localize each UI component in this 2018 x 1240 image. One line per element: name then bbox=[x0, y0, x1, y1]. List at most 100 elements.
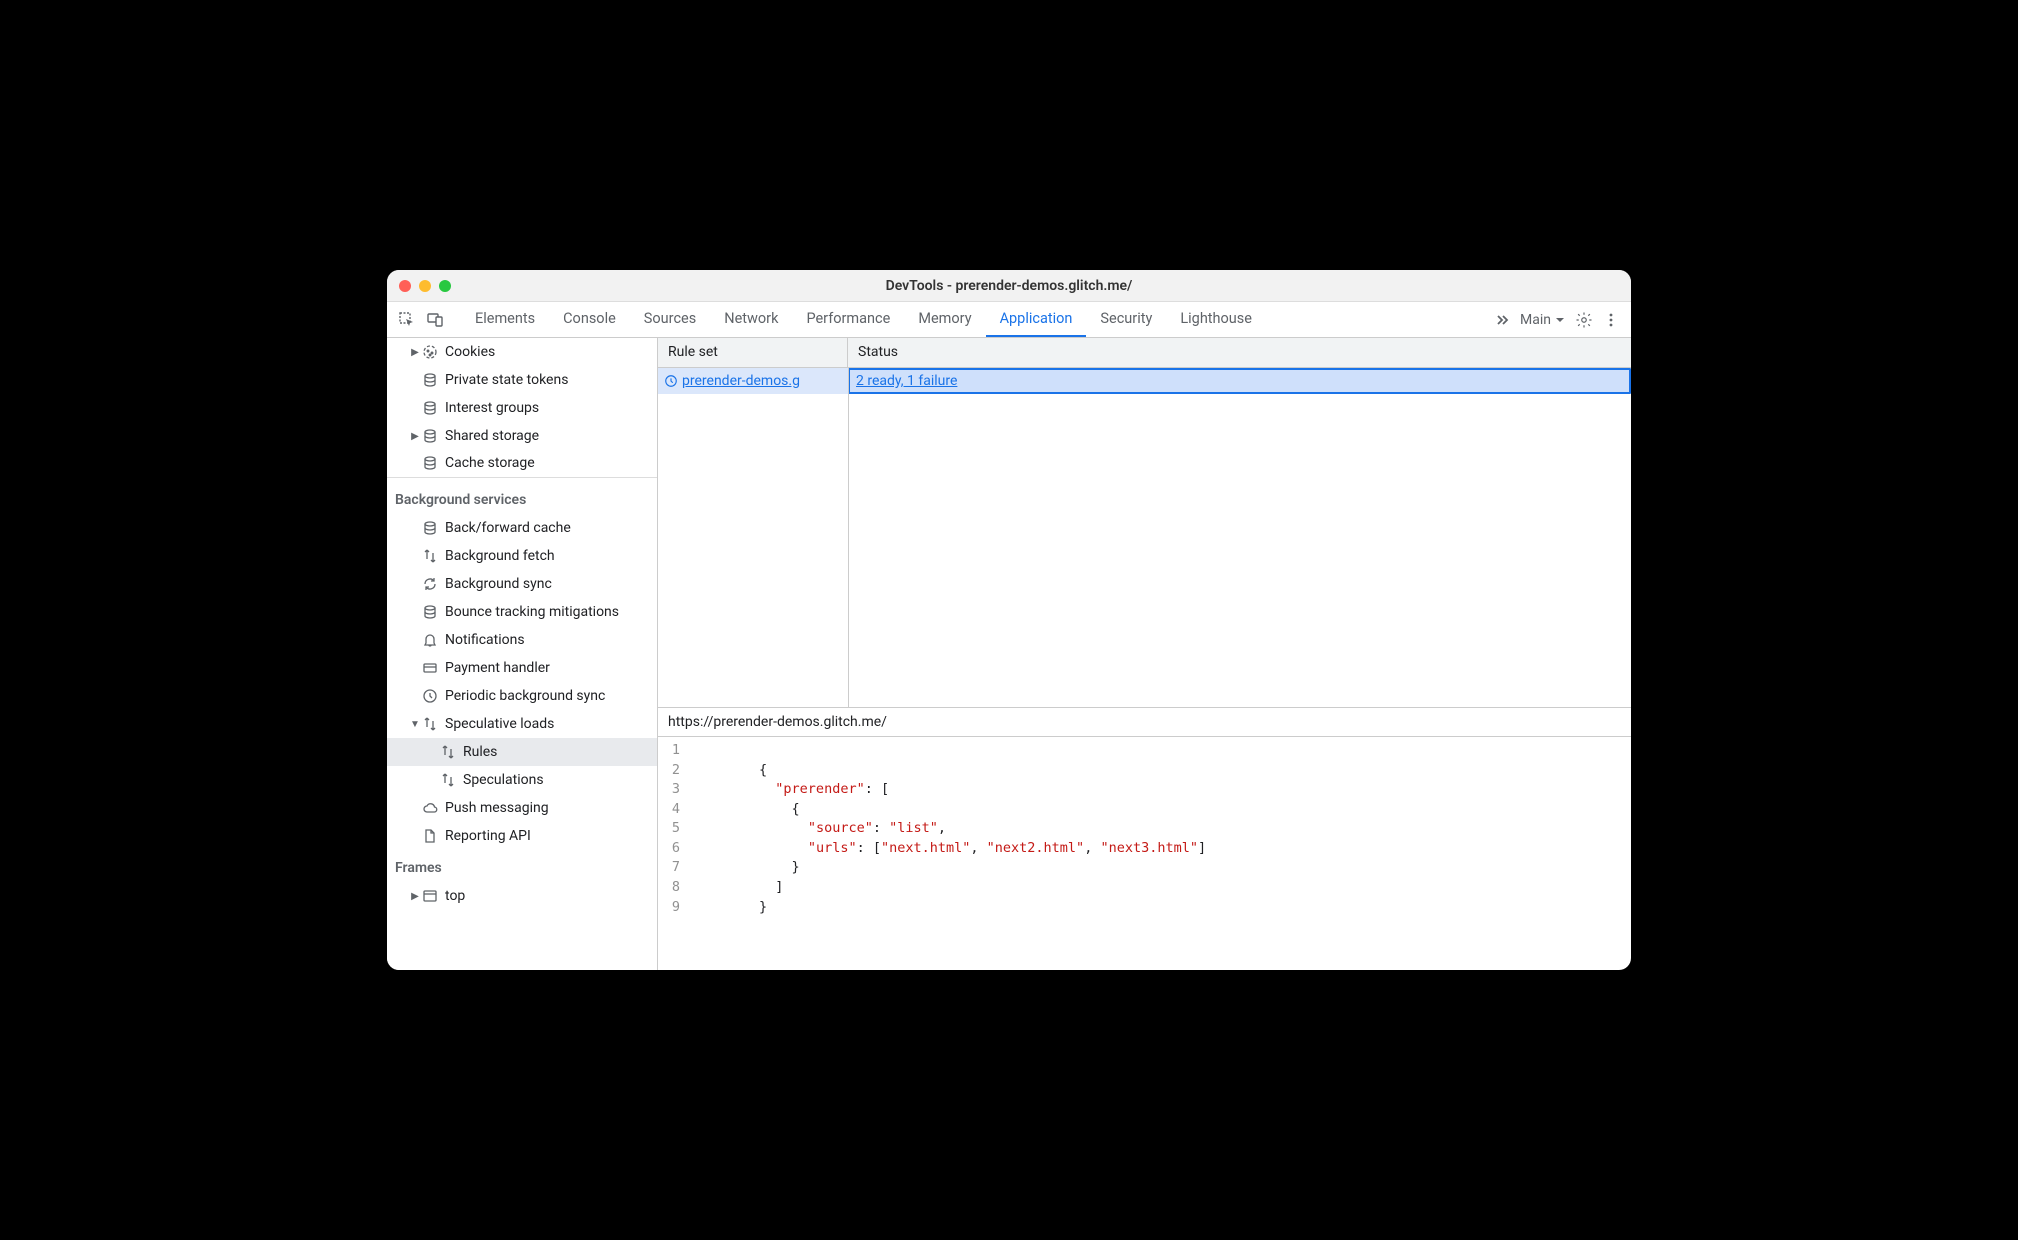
cloud-icon bbox=[421, 799, 439, 817]
ruleset-link[interactable]: prerender-demos.g bbox=[682, 373, 800, 389]
main-panel: Rule set Status prerender-demos.g 2 read… bbox=[658, 338, 1631, 970]
sidebar-item-label: Background sync bbox=[445, 576, 552, 592]
device-toolbar-icon[interactable] bbox=[421, 306, 449, 334]
code-line: 2 { bbox=[658, 761, 1631, 781]
sidebar-item-label: Speculative loads bbox=[445, 716, 554, 732]
more-tabs-icon[interactable] bbox=[1494, 312, 1510, 328]
sidebar-item-back-forward-cache[interactable]: Back/forward cache bbox=[387, 514, 657, 542]
tab-security[interactable]: Security bbox=[1086, 302, 1166, 337]
table-body: prerender-demos.g 2 ready, 1 failure bbox=[658, 368, 1631, 707]
tab-network[interactable]: Network bbox=[710, 302, 792, 337]
sidebar-item-rules[interactable]: Rules bbox=[387, 738, 657, 766]
sidebar-item-background-sync[interactable]: Background sync bbox=[387, 570, 657, 598]
code-line: 5 "source": "list", bbox=[658, 819, 1631, 839]
clock-icon bbox=[664, 374, 678, 388]
code-line: 3 "prerender": [ bbox=[658, 780, 1631, 800]
settings-icon[interactable] bbox=[1575, 311, 1593, 329]
sidebar-item-notifications[interactable]: Notifications bbox=[387, 626, 657, 654]
sidebar-item-label: Notifications bbox=[445, 632, 525, 648]
sidebar-item-label: Cookies bbox=[445, 344, 495, 360]
chevron-down-icon bbox=[1555, 315, 1565, 325]
tab-console[interactable]: Console bbox=[549, 302, 630, 337]
card-icon bbox=[421, 659, 439, 677]
rules-table: Rule set Status prerender-demos.g 2 read… bbox=[658, 338, 1631, 708]
sidebar-item-speculative-loads[interactable]: ▼Speculative loads bbox=[387, 710, 657, 738]
column-status[interactable]: Status bbox=[848, 338, 1631, 367]
code-line: 8 ] bbox=[658, 878, 1631, 898]
section-background-services: Background services bbox=[387, 482, 657, 514]
devtools-window: DevTools - prerender-demos.glitch.me/ El… bbox=[387, 270, 1631, 970]
application-sidebar: ▶Cookies Private state tokens Interest gro… bbox=[387, 338, 658, 970]
sidebar-item-label: Push messaging bbox=[445, 800, 549, 816]
tab-elements[interactable]: Elements bbox=[461, 302, 549, 337]
window-title: DevTools - prerender-demos.glitch.me/ bbox=[387, 278, 1631, 294]
sidebar-item-reporting-api[interactable]: Reporting API bbox=[387, 822, 657, 850]
sync-icon bbox=[421, 575, 439, 593]
sidebar-item-label: Rules bbox=[463, 744, 497, 760]
sidebar-item-label: Reporting API bbox=[445, 828, 531, 844]
tab-performance[interactable]: Performance bbox=[792, 302, 904, 337]
tab-memory[interactable]: Memory bbox=[904, 302, 985, 337]
code-line: 7 } bbox=[658, 858, 1631, 878]
db-icon bbox=[421, 371, 439, 389]
tab-lighthouse[interactable]: Lighthouse bbox=[1166, 302, 1266, 337]
table-header: Rule set Status bbox=[658, 338, 1631, 368]
inspect-element-icon[interactable] bbox=[393, 306, 421, 334]
more-menu-icon[interactable] bbox=[1603, 312, 1619, 328]
sidebar-item-label: Back/forward cache bbox=[445, 520, 571, 536]
db-icon bbox=[421, 519, 439, 537]
content-area: ▶Cookies Private state tokens Interest gro… bbox=[387, 338, 1631, 970]
sidebar-item-payment-handler[interactable]: Payment handler bbox=[387, 654, 657, 682]
code-line: 1 bbox=[658, 741, 1631, 761]
arrows-icon bbox=[421, 547, 439, 565]
panel-tabs: ElementsConsoleSourcesNetworkPerformance… bbox=[461, 302, 1494, 337]
code-line: 4 { bbox=[658, 800, 1631, 820]
sidebar-item-label: Interest groups bbox=[445, 400, 539, 416]
tab-sources[interactable]: Sources bbox=[630, 302, 710, 337]
frame-icon bbox=[421, 887, 439, 905]
db-icon bbox=[421, 427, 439, 445]
sidebar-item-label: Payment handler bbox=[445, 660, 550, 676]
sidebar-item-label: Private state tokens bbox=[445, 372, 568, 388]
db-icon bbox=[421, 454, 439, 472]
db-icon bbox=[421, 399, 439, 417]
status-link[interactable]: 2 ready, 1 failure bbox=[856, 373, 957, 389]
table-row[interactable]: prerender-demos.g 2 ready, 1 failure bbox=[658, 368, 1631, 394]
arrows-icon bbox=[439, 771, 457, 789]
sidebar-item-label: Speculations bbox=[463, 772, 544, 788]
column-ruleset[interactable]: Rule set bbox=[658, 338, 848, 367]
sidebar-item-shared-storage[interactable]: ▶Shared storage bbox=[387, 422, 657, 450]
section-frames: Frames bbox=[387, 850, 657, 882]
sidebar-item-push-messaging[interactable]: Push messaging bbox=[387, 794, 657, 822]
sidebar-item-label: Background fetch bbox=[445, 548, 555, 564]
sidebar-item-interest-groups[interactable]: Interest groups bbox=[387, 394, 657, 422]
frame-selector[interactable]: Main bbox=[1520, 312, 1565, 328]
clock-icon bbox=[421, 687, 439, 705]
sidebar-item-label: Shared storage bbox=[445, 428, 539, 444]
sidebar-item-speculations[interactable]: Speculations bbox=[387, 766, 657, 794]
sidebar-item-top[interactable]: ▶top bbox=[387, 882, 657, 910]
frame-selector-label: Main bbox=[1520, 312, 1551, 328]
detail-url: https://prerender-demos.glitch.me/ bbox=[658, 708, 1631, 737]
sidebar-item-label: top bbox=[445, 888, 465, 904]
sidebar-item-label: Bounce tracking mitigations bbox=[445, 604, 619, 620]
cookie-icon bbox=[421, 343, 439, 361]
sidebar-item-background-fetch[interactable]: Background fetch bbox=[387, 542, 657, 570]
sidebar-item-periodic-background-sync[interactable]: Periodic background sync bbox=[387, 682, 657, 710]
sidebar-item-label: Cache storage bbox=[445, 455, 535, 471]
titlebar: DevTools - prerender-demos.glitch.me/ bbox=[387, 270, 1631, 302]
code-line: 9 } bbox=[658, 898, 1631, 918]
sidebar-item-label: Periodic background sync bbox=[445, 688, 605, 704]
db-icon bbox=[421, 603, 439, 621]
sidebar-item-cache-storage[interactable]: Cache storage bbox=[387, 450, 657, 478]
main-toolbar: ElementsConsoleSourcesNetworkPerformance… bbox=[387, 302, 1631, 338]
code-line: 6 "urls": ["next.html", "next2.html", "n… bbox=[658, 839, 1631, 859]
bell-icon bbox=[421, 631, 439, 649]
doc-icon bbox=[421, 827, 439, 845]
sidebar-item-cookies[interactable]: ▶Cookies bbox=[387, 338, 657, 366]
sidebar-item-bounce-tracking-mitigations[interactable]: Bounce tracking mitigations bbox=[387, 598, 657, 626]
tab-application[interactable]: Application bbox=[986, 302, 1087, 337]
sidebar-item-private-state-tokens[interactable]: Private state tokens bbox=[387, 366, 657, 394]
arrows-icon bbox=[439, 743, 457, 761]
arrows-icon bbox=[421, 715, 439, 733]
